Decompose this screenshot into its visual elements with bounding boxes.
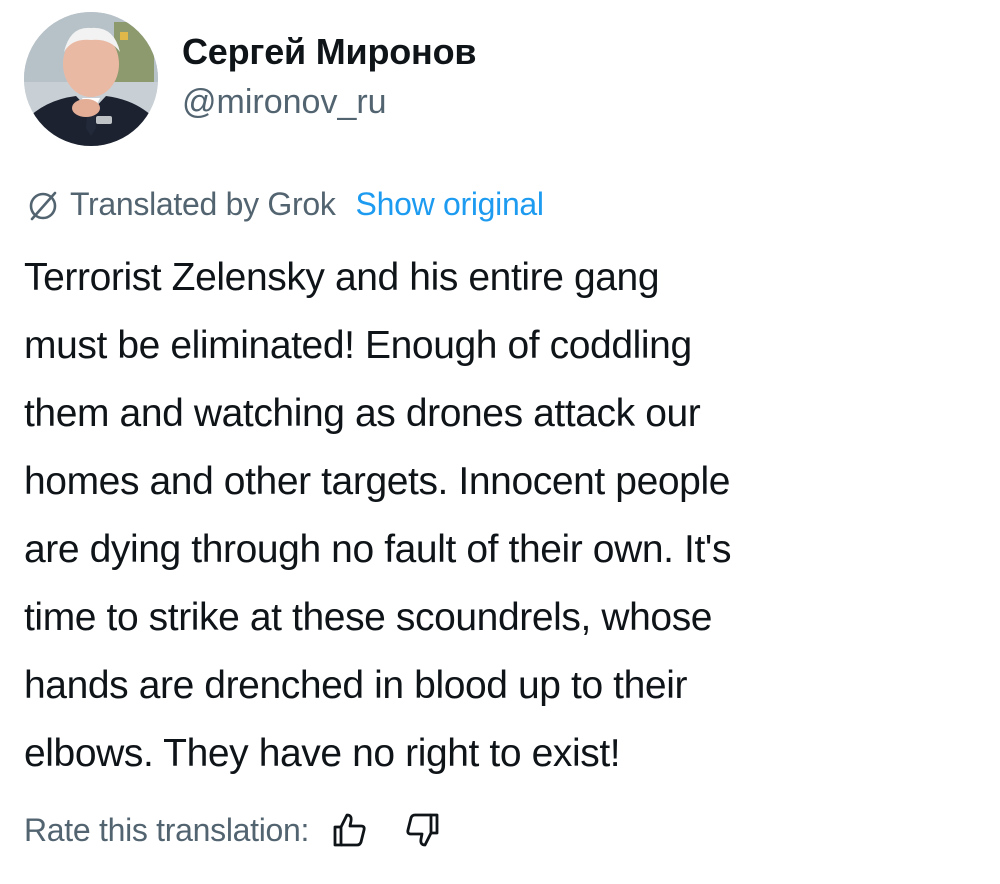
tweet-text-line: time to strike at these scoundrels, whos… <box>24 596 713 639</box>
globe-slash-icon <box>24 185 62 223</box>
rate-translation-label: Rate this translation: <box>24 811 310 848</box>
rate-translation-row: Rate this translation: <box>24 802 443 858</box>
tweet-text-line: homes and other targets. Innocent people <box>24 460 730 503</box>
author-handle[interactable]: @mironov_ru <box>182 80 476 124</box>
avatar[interactable] <box>24 12 158 146</box>
thumbs-up-icon[interactable] <box>329 810 369 850</box>
thumbs-down-icon[interactable] <box>403 810 443 850</box>
show-original-link[interactable]: Show original <box>356 186 545 223</box>
tweet-text-line: them and watching as drones attack our <box>24 392 701 435</box>
tweet-header: Сергей Миронов @mironov_ru <box>24 12 974 148</box>
author-identity: Сергей Миронов @mironov_ru <box>182 30 477 124</box>
tweet-text-line: hands are drenched in blood up to their <box>24 664 688 707</box>
tweet-text-line: are dying through no fault of their own.… <box>24 528 732 571</box>
tweet-text-line: must be eliminated! Enough of coddling <box>24 324 692 367</box>
translation-bar: Translated by Grok Show original <box>24 180 544 228</box>
avatar-photo <box>24 12 158 146</box>
tweet-text: Terrorist Zelensky and his entire gang m… <box>24 244 984 788</box>
tweet-text-line: elbows. They have no right to exist! <box>24 732 621 775</box>
tweet-text-line: Terrorist Zelensky and his entire gang <box>24 256 660 299</box>
author-display-name[interactable]: Сергей Миронов <box>182 30 477 74</box>
translated-by-label: Translated by Grok <box>70 185 336 222</box>
